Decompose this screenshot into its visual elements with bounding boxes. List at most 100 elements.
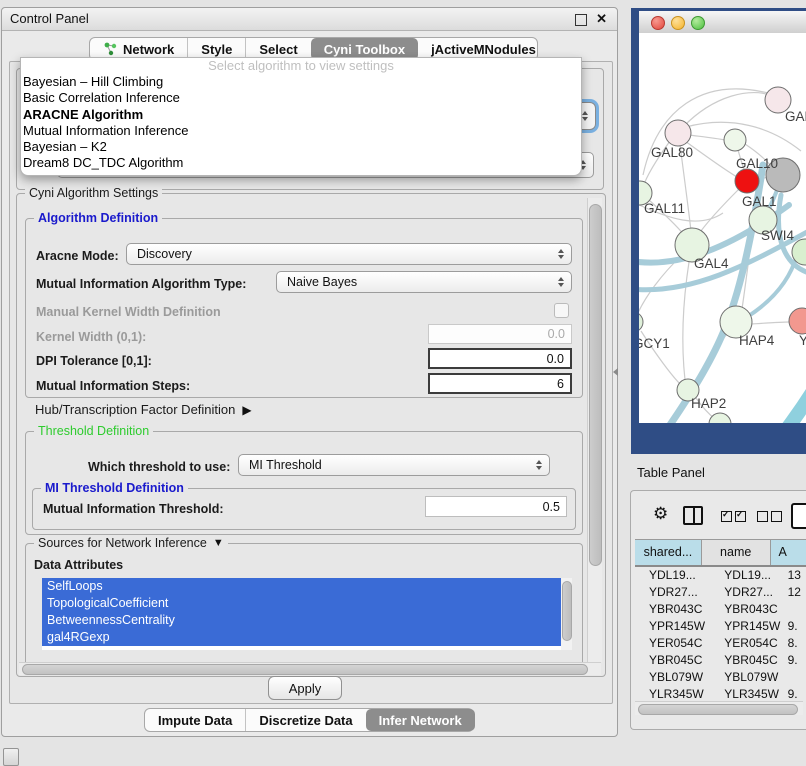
column-header-shared-name[interactable]: shared... xyxy=(635,540,702,565)
combo-stepper-icon xyxy=(536,460,542,470)
node-label: GAL11 xyxy=(644,201,685,216)
node-label: Y xyxy=(799,333,806,348)
network-view-window[interactable]: GAL80 GAL GAL10 GAL1 GAL11 SWI4 GAL4 GCY… xyxy=(631,8,806,454)
tab-infer-network[interactable]: Infer Network xyxy=(366,709,475,731)
minimized-panel-icon[interactable] xyxy=(3,748,19,766)
table-row[interactable]: YBL079WYBL079W xyxy=(635,669,806,686)
table-panel-window: ⚙ shared... name A YDL19...YDL19...13 YD… xyxy=(630,490,806,730)
node-gcy1[interactable] xyxy=(639,312,643,332)
table-row[interactable]: YPR145WYPR145W9. xyxy=(635,618,806,635)
panel-splitter-handle[interactable] xyxy=(613,368,618,376)
table-row[interactable]: YDR27...YDR27...12 xyxy=(635,584,806,601)
hub-definition-toggle[interactable]: Hub/Transcription Factor Definition ▶ xyxy=(35,402,252,417)
split-columns-icon[interactable] xyxy=(683,506,703,525)
mi-threshold-field[interactable]: 0.5 xyxy=(425,496,567,517)
node-gal80[interactable] xyxy=(665,120,691,146)
node-gal10[interactable] xyxy=(724,129,746,151)
node-label: GAL10 xyxy=(736,156,778,171)
close-traffic-light-icon[interactable] xyxy=(651,16,665,30)
collapse-down-icon: ▼ xyxy=(213,537,224,549)
mi-type-label: Mutual Information Algorithm Type: xyxy=(36,277,246,291)
aracne-mode-combobox[interactable]: Discovery xyxy=(126,243,572,265)
network-canvas[interactable]: GAL80 GAL GAL10 GAL1 GAL11 SWI4 GAL4 GCY… xyxy=(639,33,806,423)
mi-type-combobox[interactable]: Naive Bayes xyxy=(276,271,572,293)
network-window-titlebar[interactable] xyxy=(639,11,806,34)
tab-discretize-data[interactable]: Discretize Data xyxy=(245,709,365,731)
control-panel-titlebar[interactable]: Control Panel ✕ xyxy=(2,8,617,31)
combo-stepper-icon xyxy=(558,249,564,259)
sources-group: Sources for Network Inference ▼ Data Att… xyxy=(25,543,583,670)
cyni-bottom-tabbar: Impute Data Discretize Data Infer Networ… xyxy=(144,708,474,732)
gear-icon[interactable]: ⚙ xyxy=(653,505,668,522)
settings-group-title: Cyni Algorithm Settings xyxy=(25,186,162,200)
table-row[interactable]: YDL19...YDL19...13 xyxy=(635,567,806,584)
column-header-partial[interactable]: A xyxy=(771,540,806,565)
tab-impute-data[interactable]: Impute Data xyxy=(145,709,245,731)
sources-group-header[interactable]: Sources for Network Inference ▼ xyxy=(34,536,228,550)
minimize-traffic-light-icon[interactable] xyxy=(671,16,685,30)
network-icon xyxy=(103,42,118,56)
combo-stepper-icon xyxy=(582,111,588,121)
network-graph: GAL80 GAL GAL10 GAL1 GAL11 SWI4 GAL4 GCY… xyxy=(639,33,806,423)
attributes-list-scrollbar[interactable] xyxy=(561,578,572,650)
attribute-item[interactable]: TopologicalCoefficient xyxy=(42,595,572,612)
node-salmon[interactable] xyxy=(789,308,806,334)
dpi-tolerance-field[interactable]: 0.0 xyxy=(428,348,572,369)
node-label: SWI4 xyxy=(761,228,794,243)
settings-horizontal-scrollbar[interactable] xyxy=(19,662,601,675)
column-header-name[interactable]: name xyxy=(702,540,771,565)
table-body: YDL19...YDL19...13 YDR27...YDR27...12 YB… xyxy=(635,567,806,700)
algorithm-option-selected[interactable]: ARACNE Algorithm xyxy=(21,107,581,123)
manual-kernel-label: Manual Kernel Width Definition xyxy=(36,305,221,319)
maximize-traffic-light-icon[interactable] xyxy=(691,16,705,30)
attributes-list-scrollbar-thumb[interactable] xyxy=(562,581,572,641)
select-all-icon[interactable] xyxy=(721,509,749,527)
which-threshold-combobox[interactable]: MI Threshold xyxy=(238,454,550,476)
sources-group-title: Sources for Network Inference xyxy=(38,536,207,550)
node-label: GAL4 xyxy=(694,256,729,271)
float-window-icon[interactable] xyxy=(575,14,587,26)
node-label: GAL1 xyxy=(742,194,777,209)
settings-vertical-scrollbar-thumb[interactable] xyxy=(589,204,602,566)
data-attributes-label: Data Attributes xyxy=(34,558,123,572)
manual-kernel-checkbox[interactable] xyxy=(554,303,569,318)
node-bottom-green[interactable] xyxy=(709,413,731,423)
table-row[interactable]: YBR043CYBR043C xyxy=(635,601,806,618)
close-icon[interactable]: ✕ xyxy=(596,10,607,28)
algorithm-definition-group: Algorithm Definition Aracne Mode: Discov… xyxy=(25,218,583,398)
control-panel-window: Control Panel ✕ Network Style Select Cyn… xyxy=(1,7,618,737)
node-label: GCY1 xyxy=(639,336,670,351)
algorithm-option[interactable]: Bayesian – Hill Climbing xyxy=(21,74,581,90)
deselect-all-icon[interactable] xyxy=(757,509,785,527)
table-row[interactable]: YBR045CYBR045C9. xyxy=(635,652,806,669)
hub-definition-label: Hub/Transcription Factor Definition xyxy=(35,402,235,417)
algorithm-option[interactable]: Mutual Information Inference xyxy=(21,123,581,139)
mi-threshold-group-title: MI Threshold Definition xyxy=(41,481,188,495)
apply-button[interactable]: Apply xyxy=(268,676,342,700)
expand-right-icon: ▶ xyxy=(242,403,251,417)
algorithm-option[interactable]: Basic Correlation Inference xyxy=(21,90,581,106)
cyni-toolbox-panel: gal-filtered.sif default node Select alg… xyxy=(9,61,613,704)
algorithm-option[interactable]: Dream8 DC_TDC Algorithm xyxy=(21,155,581,171)
mi-steps-field[interactable]: 6 xyxy=(428,373,572,394)
attribute-item[interactable]: gal4RGexp xyxy=(42,629,572,646)
attribute-item[interactable]: SelfLoops xyxy=(42,578,572,595)
settings-vertical-scrollbar[interactable] xyxy=(587,198,602,662)
table-horizontal-scrollbar[interactable] xyxy=(635,701,803,715)
screen: { "window": { "title": "Control Panel", … xyxy=(0,0,806,762)
mi-threshold-group: MI Threshold Definition Mutual Informati… xyxy=(32,488,576,530)
network-edges xyxy=(639,89,801,419)
tab-network-label: Network xyxy=(123,42,174,57)
table-function-icon[interactable] xyxy=(791,503,806,529)
table-horizontal-scrollbar-thumb[interactable] xyxy=(638,704,798,715)
table-row[interactable]: YER054CYER054C8. xyxy=(635,635,806,652)
which-threshold-label: Which threshold to use: xyxy=(88,460,230,474)
mi-threshold-label: Mutual Information Threshold: xyxy=(43,502,224,516)
attribute-item[interactable]: BetweennessCentrality xyxy=(42,612,572,629)
table-row[interactable]: YLR345WYLR345W9. xyxy=(635,686,806,700)
algorithm-option[interactable]: Bayesian – K2 xyxy=(21,139,581,155)
node-gal1[interactable] xyxy=(735,169,759,193)
aracne-mode-label: Aracne Mode: xyxy=(36,249,119,263)
settings-horizontal-scrollbar-thumb[interactable] xyxy=(22,664,588,675)
kernel-width-field[interactable]: 0.0 xyxy=(428,324,572,344)
